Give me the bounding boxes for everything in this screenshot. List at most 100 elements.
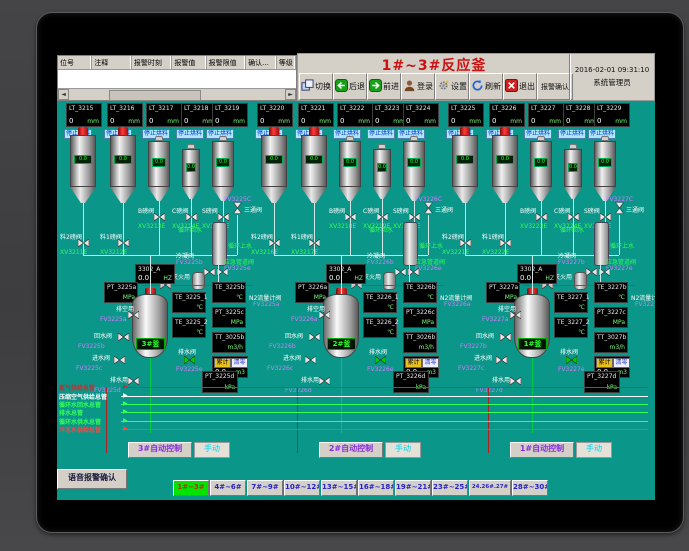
auto-control-button[interactable]: 1#自动控制 xyxy=(510,442,574,458)
reactor-feed-pipe xyxy=(532,255,533,294)
instrument-unit: HZ xyxy=(545,275,554,282)
reactor-valve[interactable] xyxy=(128,311,139,319)
page-button-9[interactable]: 24.26#.27# xyxy=(469,480,511,496)
tee-valve[interactable] xyxy=(232,204,243,212)
drain-valve[interactable] xyxy=(184,356,195,364)
page-button-7[interactable]: 19#~21# xyxy=(395,480,431,496)
reactor-valve-code: FV3225c xyxy=(76,365,102,372)
hopper-valve-label: C磅阀 xyxy=(554,206,570,215)
scroll-thumb[interactable] xyxy=(109,90,201,101)
alarm-table: 位号注释报警时刻报警值报警限值确认...等级 ◄ ► xyxy=(57,55,297,101)
totalizer-acc-button[interactable]: 累计 xyxy=(405,358,422,368)
page-button-3[interactable]: 7#~9# xyxy=(247,480,283,496)
hopper-valve[interactable] xyxy=(409,213,420,221)
hopper-valve[interactable] xyxy=(218,213,229,221)
reactor-valve[interactable] xyxy=(510,311,521,319)
condenser-valve-code: FV3226b xyxy=(367,259,394,266)
toolbar-button-forward[interactable]: 前进 xyxy=(367,73,401,100)
hopper-level-display: 0.0 xyxy=(216,158,230,167)
drain-valve[interactable] xyxy=(375,356,386,364)
manifold-arrow-icon: ▶ xyxy=(123,384,128,390)
reactor-valve[interactable] xyxy=(496,356,507,364)
instrument-box: LT_32260mm xyxy=(489,103,525,127)
instrument-tag: TE_3225_2 xyxy=(175,319,208,326)
reactor-valve[interactable] xyxy=(309,333,320,341)
hopper-valve[interactable] xyxy=(536,213,547,221)
reactor-valve[interactable] xyxy=(510,377,521,385)
page-button-5[interactable]: 13#~15# xyxy=(321,480,357,496)
page-button-4[interactable]: 10#~12# xyxy=(284,480,320,496)
page-button-6[interactable]: 16#~18# xyxy=(358,480,394,496)
instrument-tag: PT_3226a xyxy=(298,284,327,291)
reactor-valve[interactable] xyxy=(319,311,330,319)
instrument-tag: TE_3227_1 xyxy=(557,294,590,301)
hopper-valve[interactable] xyxy=(600,213,611,221)
hopper-valve[interactable] xyxy=(154,213,165,221)
hopper-valve-code: XV3223E xyxy=(520,223,547,230)
tee-valve[interactable] xyxy=(423,204,434,212)
totalizer-reset-button[interactable]: 清零 xyxy=(231,358,248,368)
totalizer-reset-button[interactable]: 清零 xyxy=(422,358,439,368)
page-button-8[interactable]: 23#~25# xyxy=(432,480,468,496)
condenser-valve[interactable] xyxy=(586,268,597,276)
alarm-column-header[interactable]: 位号 xyxy=(58,56,92,69)
instrument-unit: mm xyxy=(278,118,290,125)
alarm-column-header[interactable]: 确认... xyxy=(246,56,277,69)
page-button-10[interactable]: 28#~30# xyxy=(512,480,548,496)
forward-icon xyxy=(369,79,382,94)
totalizer-acc-button[interactable]: 累计 xyxy=(214,358,231,368)
reactor-valve[interactable] xyxy=(305,356,316,364)
condenser-supply-label: 循环上水 xyxy=(610,241,634,250)
toolbar-button-gear[interactable]: 设置 xyxy=(435,73,469,100)
reactor-valve[interactable] xyxy=(114,356,125,364)
reactor-valve[interactable] xyxy=(500,333,511,341)
hopper-cone xyxy=(452,187,478,203)
condenser-valve[interactable] xyxy=(204,268,215,276)
hopper-valve[interactable] xyxy=(345,213,356,221)
alarm-table-scrollbar[interactable]: ◄ ► xyxy=(58,88,296,100)
toolbar-button-refresh[interactable]: 刷新 xyxy=(469,73,503,100)
instrument-tag: TE_3227b xyxy=(597,284,627,291)
manual-control-button[interactable]: 手动 xyxy=(194,442,230,458)
toolbar-button-switch[interactable]: 切换 xyxy=(299,73,333,100)
totalizer-reset-button[interactable]: 清零 xyxy=(613,358,630,368)
manual-control-button[interactable]: 手动 xyxy=(576,442,612,458)
toolbar-button-login[interactable]: 登录 xyxy=(401,73,435,100)
reactor-name-display: 1#釜 xyxy=(518,338,547,350)
toolbar-button-exit[interactable]: 退出 xyxy=(503,73,537,100)
voice-alarm-ack-button[interactable]: 语音报警确认 xyxy=(57,469,127,489)
hopper-cap xyxy=(118,127,128,135)
instrument-box: 3302_A0.0HZ xyxy=(517,264,557,284)
toolbar-button-ack[interactable]: 报警确认 xyxy=(537,73,573,100)
hopper-cap xyxy=(78,127,88,135)
instrument-box: LT_32210mm xyxy=(298,103,334,127)
alarm-column-header[interactable]: 等级 xyxy=(277,56,296,69)
toolbar-button-back[interactable]: 后退 xyxy=(333,73,367,100)
switch-icon xyxy=(301,79,314,94)
totalizer-acc-button[interactable]: 累计 xyxy=(596,358,613,368)
alarm-column-header[interactable]: 报警时刻 xyxy=(132,56,172,69)
alarm-column-header[interactable]: 报警值 xyxy=(172,56,206,69)
toolbar-button-label: 设置 xyxy=(451,81,467,92)
manual-control-button[interactable]: 手动 xyxy=(385,442,421,458)
drain-valve[interactable] xyxy=(566,356,577,364)
instrument-unit: mm xyxy=(469,118,481,125)
reactor-valve[interactable] xyxy=(128,377,139,385)
alarm-column-header[interactable]: 报警限值 xyxy=(207,56,247,69)
hopper-valve-code: XV3213E xyxy=(138,223,165,230)
hopper-cone xyxy=(564,187,582,199)
reactor-valve[interactable] xyxy=(319,377,330,385)
instrument-box: LT_32150mm xyxy=(66,103,102,127)
auto-control-button[interactable]: 3#自动控制 xyxy=(128,442,192,458)
condenser-valve[interactable] xyxy=(395,268,406,276)
page-button-1[interactable]: 1#~3# xyxy=(173,480,209,496)
tee-valve[interactable] xyxy=(614,204,625,212)
scroll-left-icon[interactable]: ◄ xyxy=(58,89,69,100)
auto-control-button[interactable]: 2#自动控制 xyxy=(319,442,383,458)
scroll-right-icon[interactable]: ► xyxy=(285,89,296,100)
drain-valve-label: 排水阀 xyxy=(369,347,387,356)
reactor-valve[interactable] xyxy=(118,333,129,341)
alarm-column-header[interactable]: 注释 xyxy=(92,56,132,69)
instrument-box: PT_3227dkPa xyxy=(584,371,620,393)
page-button-2[interactable]: 4#~6# xyxy=(210,480,246,496)
